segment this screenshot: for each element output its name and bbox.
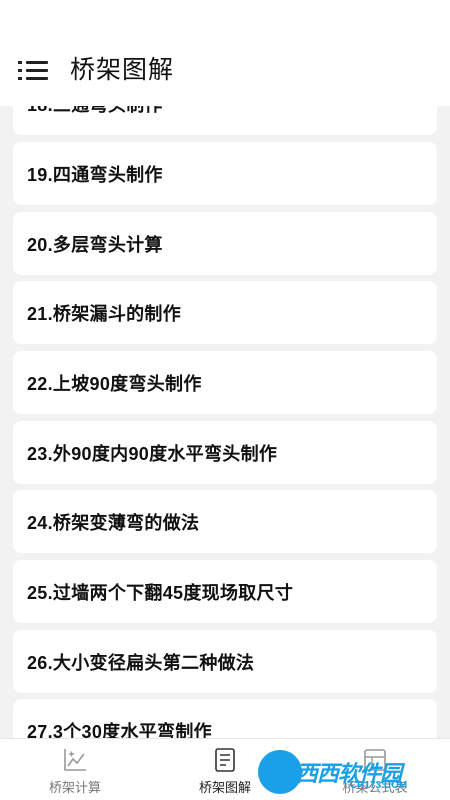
calculator-chart-icon — [64, 749, 86, 771]
list-item-label: 24.桥架变薄弯的做法 — [27, 512, 200, 533]
menu-line — [26, 69, 48, 72]
tab-label: 桥架图解 — [198, 780, 251, 795]
watermark-badge-icon — [258, 750, 302, 794]
list-item-label: 21.桥架漏斗的制作 — [27, 303, 182, 324]
document-icon — [215, 748, 235, 772]
list-item-label: 23.外90度内90度水平弯头制作 — [27, 443, 278, 464]
list-item[interactable]: 25.过墙两个下翻45度现场取尺寸 — [13, 560, 437, 623]
item-list[interactable]: 18.三通弯头制作 19.四通弯头制作 20.多层弯头计算 21.桥架漏斗的制作… — [0, 106, 450, 738]
list-item[interactable]: 19.四通弯头制作 — [13, 142, 437, 205]
list-item[interactable]: 26.大小变径扁头第二种做法 — [13, 630, 437, 693]
list-item-label: 20.多层弯头计算 — [27, 234, 163, 255]
list-item[interactable]: 18.三通弯头制作 — [13, 106, 437, 135]
list-item-label: 26.大小变径扁头第二种做法 — [27, 652, 255, 673]
app-header: 桥架图解 — [0, 0, 450, 106]
list-item[interactable]: 24.桥架变薄弯的做法 — [13, 490, 437, 553]
list-item[interactable]: 21.桥架漏斗的制作 — [13, 281, 437, 344]
watermark-logo: 西西软件园 CR173.COM — [258, 744, 450, 800]
list-item-label: 27.3个30度水平弯制作 — [27, 721, 212, 739]
list-item[interactable]: 22.上坡90度弯头制作 — [13, 351, 437, 414]
menu-dot — [18, 77, 22, 80]
menu-line — [26, 77, 48, 80]
tab-calculator[interactable]: 桥架计算 — [0, 739, 150, 800]
menu-dot — [18, 69, 22, 72]
menu-icon[interactable] — [18, 58, 48, 84]
tab-label: 桥架计算 — [48, 780, 101, 795]
menu-line — [26, 61, 48, 64]
list-item[interactable]: 27.3个30度水平弯制作 — [13, 699, 437, 738]
list-item[interactable]: 20.多层弯头计算 — [13, 212, 437, 275]
list-item[interactable]: 23.外90度内90度水平弯头制作 — [13, 421, 437, 484]
list-item-label: 18.三通弯头制作 — [27, 106, 163, 117]
watermark-subtext: CR173.COM — [350, 780, 408, 791]
page-title: 桥架图解 — [70, 56, 175, 84]
menu-dot — [18, 61, 22, 64]
list-item-label: 25.过墙两个下翻45度现场取尺寸 — [27, 582, 294, 603]
list-item-label: 22.上坡90度弯头制作 — [27, 373, 202, 394]
list-item-label: 19.四通弯头制作 — [27, 164, 163, 185]
